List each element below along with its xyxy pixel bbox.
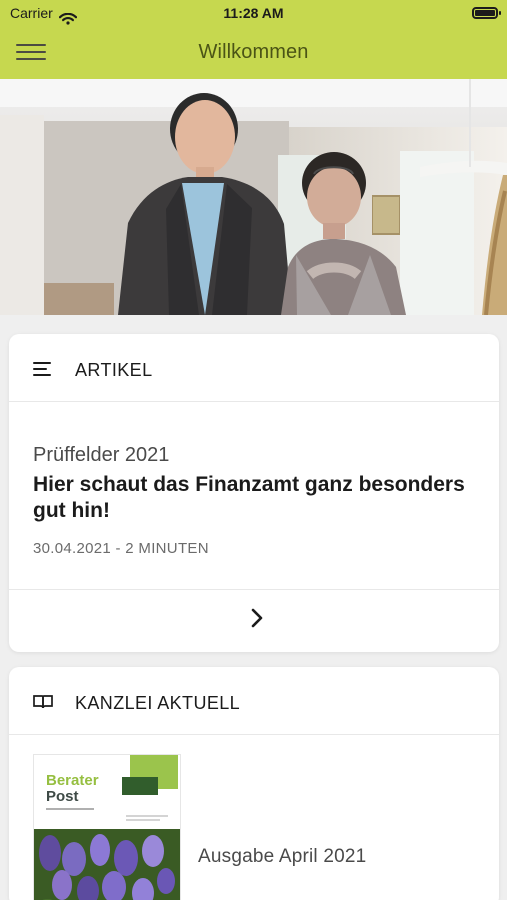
kanzlei-card-header: KANZLEI AKTUELL [9, 667, 499, 735]
home-screen: Carrier 11:28 AM Willkommen ARTIKEL Prüf… [0, 0, 507, 900]
svg-text:Berater: Berater [46, 772, 99, 789]
article-summary[interactable]: Prüffelder 2021 Hier schaut das Finanzam… [33, 442, 473, 524]
book-icon [33, 693, 53, 711]
issue-title[interactable]: Ausgabe April 2021 [198, 846, 366, 868]
article-divider [9, 589, 499, 590]
status-time: 11:28 AM [223, 5, 284, 21]
issue-cover-image[interactable]: Berater Post [33, 754, 181, 900]
article-card-header: ARTIKEL [9, 334, 499, 402]
battery-icon [472, 7, 501, 19]
article-meta: 30.04.2021 - 2 MINUTEN [33, 540, 209, 557]
navigation-bar: Willkommen [0, 26, 507, 79]
article-headline: Hier schaut das Finanzamt ganz besonders… [33, 473, 465, 522]
article-kicker: Prüffelder 2021 [33, 444, 170, 466]
kanzlei-card: KANZLEI AKTUELL Berater Post Ausgabe Apr… [9, 667, 499, 900]
team-photo [0, 79, 507, 315]
article-card: ARTIKEL Prüffelder 2021 Hier schaut das … [9, 334, 499, 652]
page-title: Willkommen [198, 41, 309, 63]
section-title-kanzlei: KANZLEI AKTUELL [75, 693, 241, 713]
list-icon [33, 360, 53, 378]
chevron-right-icon[interactable] [245, 604, 267, 632]
section-title-artikel: ARTIKEL [75, 360, 153, 380]
svg-text:Post: Post [46, 788, 79, 805]
top-app-bar: Carrier 11:28 AM Willkommen [0, 0, 507, 79]
status-bar: Carrier 11:28 AM [0, 0, 507, 26]
